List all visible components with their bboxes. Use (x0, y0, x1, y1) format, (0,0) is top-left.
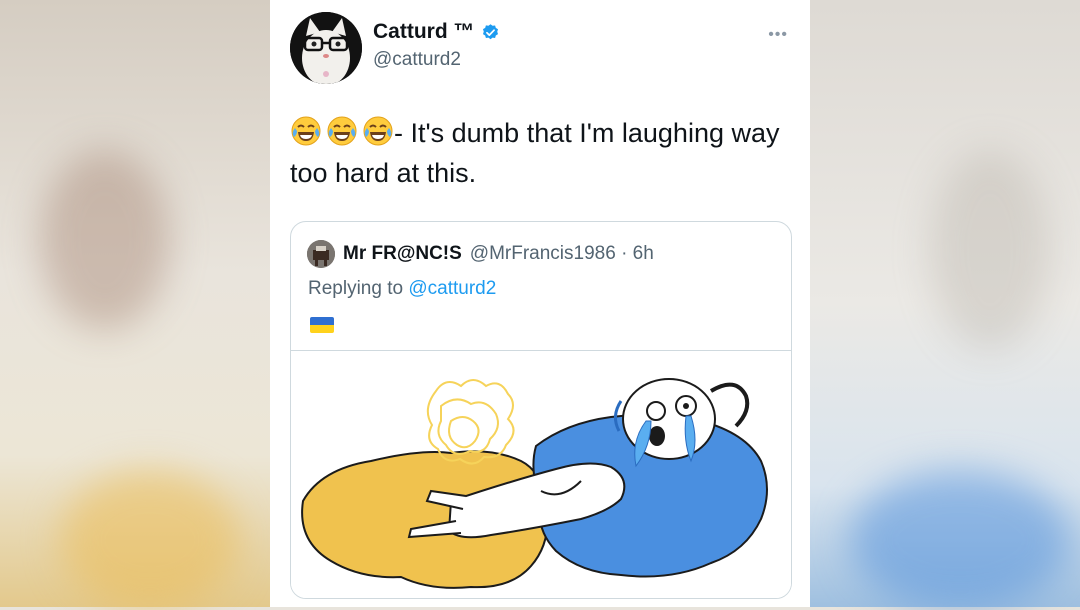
author-name-row[interactable]: Catturd ™ (373, 20, 500, 44)
user-avatar-icon (307, 240, 335, 268)
author-handle[interactable]: @catturd2 (373, 49, 461, 71)
cat-avatar-icon (290, 12, 362, 84)
quoted-display-name[interactable]: Mr FR@NC!S (343, 243, 462, 265)
face-with-tears-of-joy-icon (363, 116, 393, 146)
replying-to: Replying to @catturd2 (308, 278, 496, 300)
quoted-author-row[interactable]: Mr FR@NC!S @MrFrancis1986 · 6h (307, 240, 654, 268)
replying-prefix: Replying to (308, 278, 404, 299)
tweet-text: - It's dumb that I'm laughing way too ha… (290, 113, 790, 193)
meme-image[interactable] (291, 350, 791, 599)
blurred-background-left (0, 0, 270, 610)
replying-mention-link[interactable]: @catturd2 (408, 278, 496, 299)
more-options-icon[interactable]: ••• (768, 26, 788, 44)
ukraine-flag-icon (310, 317, 334, 333)
face-with-tears-of-joy-icon (327, 116, 357, 146)
emoji-group (290, 115, 394, 147)
blurred-background-right (810, 0, 1080, 610)
display-name[interactable]: Catturd ™ (373, 20, 475, 44)
face-with-tears-of-joy-icon (291, 116, 321, 146)
quoted-avatar[interactable] (307, 240, 335, 268)
quoted-tweet[interactable]: Mr FR@NC!S @MrFrancis1986 · 6h Replying … (290, 221, 792, 599)
quoted-handle-time: @MrFrancis1986 · 6h (469, 243, 654, 264)
verified-badge-icon (482, 23, 498, 39)
tweet-card: Catturd ™ @catturd2 ••• - It's dumb that… (270, 0, 810, 607)
avatar[interactable] (290, 12, 362, 84)
